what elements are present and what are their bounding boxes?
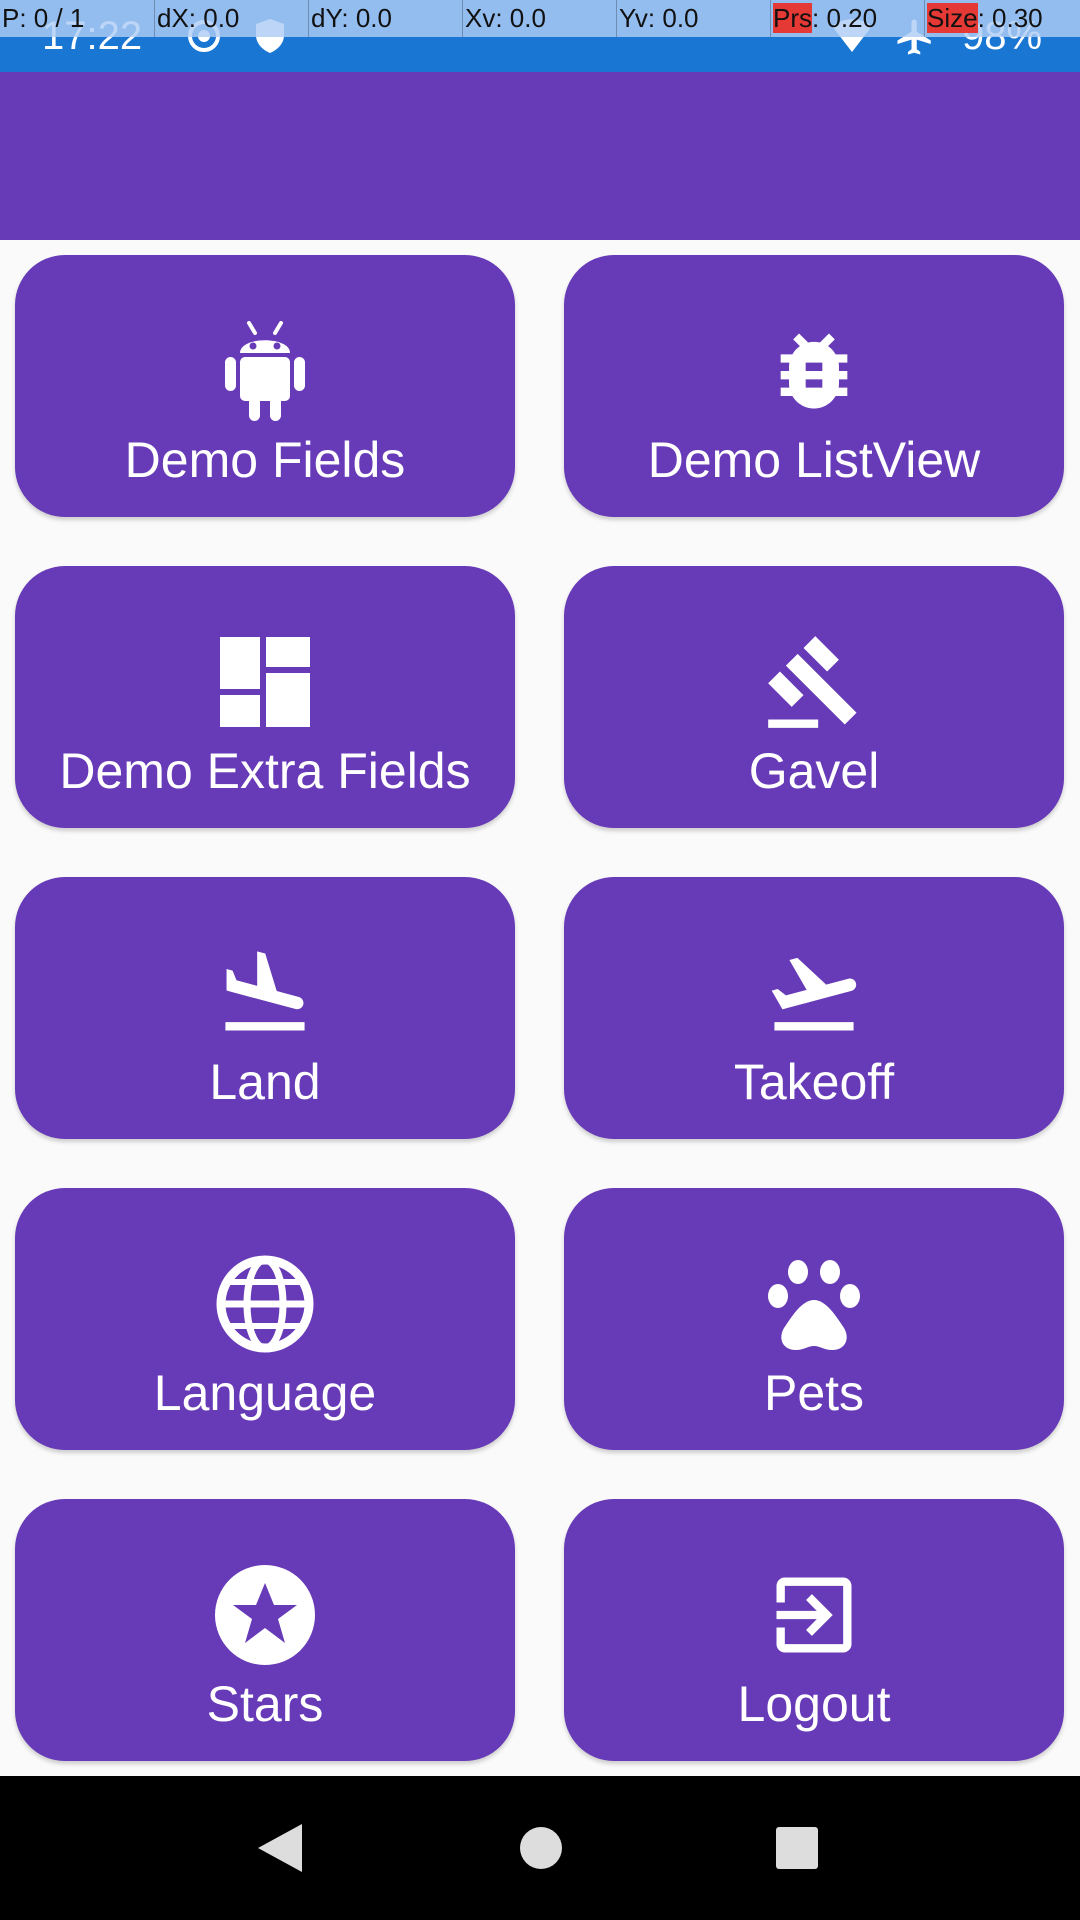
tile-stars[interactable]: Stars	[15, 1499, 515, 1761]
tile-demo-fields[interactable]: Demo Fields	[15, 255, 515, 517]
pointer-count: P: 0 / 1	[2, 3, 85, 33]
size-label: Size	[927, 3, 978, 33]
tile-label: Stars	[206, 1676, 324, 1732]
tile-label: Demo Fields	[124, 432, 406, 488]
pointer-location-overlay: P: 0 / 1 dX: 0.0 dY: 0.0 Xv: 0.0 Yv: 0.0…	[0, 0, 1080, 37]
pressure-value: : 0.20	[812, 3, 878, 33]
app-bar	[0, 72, 1080, 240]
pressure-label: Prs	[773, 3, 812, 33]
pointer-yv: Yv: 0.0	[616, 0, 770, 37]
tile-label: Takeoff	[733, 1054, 895, 1110]
tile-takeoff[interactable]: Takeoff	[564, 877, 1064, 1139]
pointer-dy: dY: 0.0	[308, 0, 462, 37]
tile-gavel[interactable]: Gavel	[564, 566, 1064, 828]
tile-pets[interactable]: Pets	[564, 1188, 1064, 1450]
android-icon	[215, 321, 315, 421]
tile-label: Logout	[737, 1676, 891, 1732]
tile-logout[interactable]: Logout	[564, 1499, 1064, 1761]
gavel-icon	[764, 632, 864, 732]
pointer-dx: dX: 0.0	[154, 0, 308, 37]
flight-takeoff-icon	[764, 943, 864, 1043]
tile-language[interactable]: Language	[15, 1188, 515, 1450]
tile-label: Pets	[763, 1365, 865, 1421]
tile-label: Language	[153, 1365, 377, 1421]
home-icon[interactable]	[511, 1818, 571, 1878]
bug-icon	[764, 321, 864, 421]
paw-icon	[764, 1254, 864, 1354]
exit-icon	[764, 1565, 864, 1665]
tile-demo-extra-fields[interactable]: Demo Extra Fields	[15, 566, 515, 828]
tile-label: Demo Extra Fields	[59, 743, 471, 799]
tile-label: Land	[209, 1054, 321, 1110]
tile-demo-listview[interactable]: Demo ListView	[564, 255, 1064, 517]
size-value: : 0.30	[977, 3, 1043, 33]
star-circle-icon	[215, 1565, 315, 1665]
navigation-bar	[0, 1776, 1080, 1920]
back-icon[interactable]	[250, 1818, 310, 1878]
tile-land[interactable]: Land	[15, 877, 515, 1139]
dashboard-icon	[215, 632, 315, 732]
globe-icon	[215, 1254, 315, 1354]
tile-label: Gavel	[748, 743, 880, 799]
flight-land-icon	[215, 943, 315, 1043]
tile-label: Demo ListView	[647, 432, 981, 488]
recents-icon[interactable]	[767, 1818, 827, 1878]
pointer-pressure: Prs: 0.20	[770, 0, 924, 37]
pointer-xv: Xv: 0.0	[462, 0, 616, 37]
pointer-size: Size: 0.30	[924, 0, 1080, 37]
